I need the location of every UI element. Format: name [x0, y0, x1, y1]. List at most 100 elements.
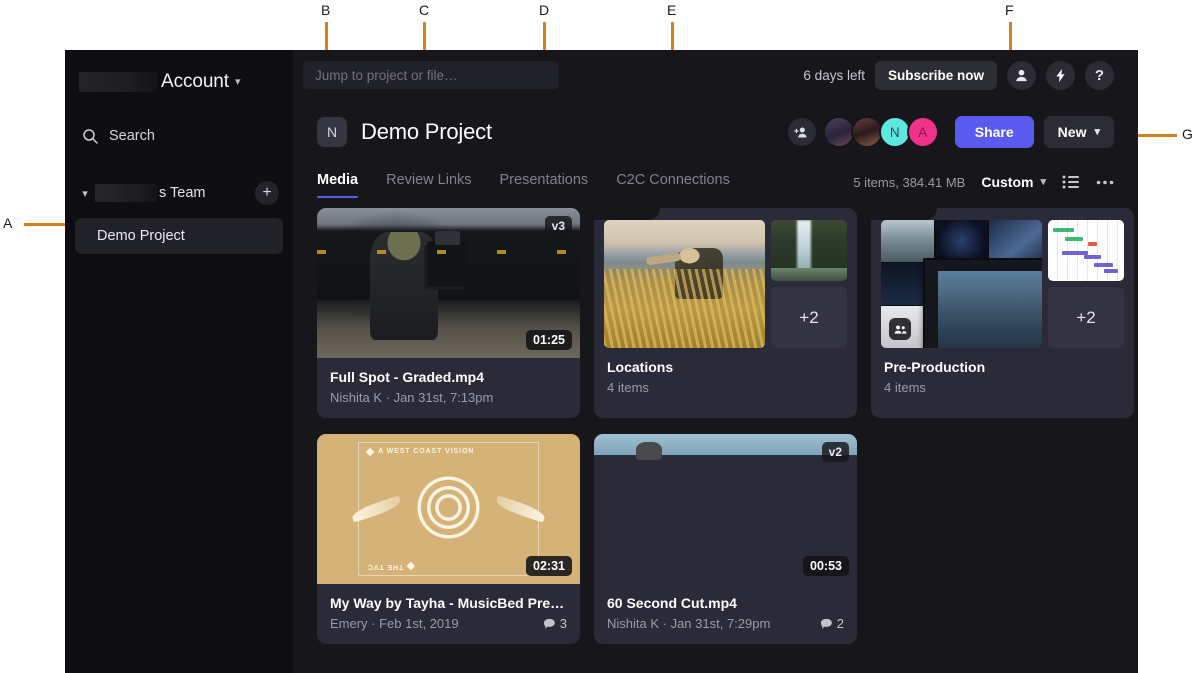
new-button[interactable]: New ▾	[1044, 116, 1114, 148]
tab-media[interactable]: Media	[317, 172, 358, 198]
duration-badge: 00:53	[803, 556, 849, 576]
help-icon[interactable]: ?	[1085, 61, 1114, 90]
folder-thumbnails: +2	[604, 220, 847, 348]
account-label: Account	[161, 71, 229, 93]
duration-badge: 02:31	[526, 556, 572, 576]
tabs: Media Review Links Presentations C2C Con…	[317, 172, 730, 198]
avatar[interactable]	[851, 116, 883, 148]
avatar-initial: A	[918, 125, 927, 140]
subscribe-now-button[interactable]: Subscribe now	[875, 61, 997, 90]
album-art-frame: A WEST COAST VISION THE TVC	[358, 442, 539, 576]
project-header: N Demo Project N A	[293, 100, 1138, 158]
search-label: Search	[109, 128, 155, 144]
sort-value: Custom	[981, 174, 1033, 190]
folder-thumbnails: +2	[881, 220, 1124, 348]
folder-tab-shape	[594, 208, 660, 220]
folder-side-column: +2	[771, 220, 847, 348]
tab-c2c-connections[interactable]: C2C Connections	[616, 172, 730, 198]
version-badge: v2	[822, 442, 849, 462]
card-subtitle: Emery · Feb 1st, 2019	[330, 616, 459, 631]
comment-count: 3	[543, 616, 567, 631]
comment-count-value: 2	[837, 616, 844, 631]
more-options-icon[interactable]	[1096, 180, 1114, 185]
media-grid: v3 01:25 Full Spot - Graded.mp4 Nishita …	[317, 208, 1114, 644]
sidebar-item-label: Demo Project	[97, 228, 185, 244]
sort-dropdown[interactable]: Custom ▾	[981, 174, 1046, 190]
avatar[interactable]	[823, 116, 855, 148]
album-art-top-text: A WEST COAST VISION	[378, 448, 474, 455]
card-subtitle: Nishita K · Jan 31st, 7:13pm	[330, 390, 493, 405]
card-locations[interactable]: +2 Locations 4 items	[594, 208, 857, 418]
avatar[interactable]: A	[907, 116, 939, 148]
card-my-way-tayha[interactable]: A WEST COAST VISION THE TVC 02:31	[317, 434, 580, 644]
folder-overflow-count: +2	[771, 287, 847, 348]
card-subtitle-row: Nishita K · Jan 31st, 7:29pm 2	[607, 616, 844, 631]
card-subtitle-row: Nishita K · Jan 31st, 7:13pm	[330, 390, 567, 405]
card-thumbnail: v2 00:53	[594, 434, 857, 584]
add-project-button[interactable]: +	[255, 181, 279, 205]
card-subtitle-row: Emery · Feb 1st, 2019 3	[330, 616, 567, 631]
share-button[interactable]: Share	[955, 116, 1034, 148]
card-title: Pre-Production	[884, 359, 1121, 375]
account-name-redacted	[79, 72, 157, 92]
annotation-label-g: G	[1182, 126, 1193, 142]
card-pre-production[interactable]: +2 Pre-Production 4 items	[871, 208, 1134, 418]
thumbnail-camera	[427, 241, 466, 286]
collaborator-avatars: N A	[823, 116, 939, 148]
annotation-label-b: B	[321, 2, 330, 18]
duration-badge: 01:25	[526, 330, 572, 350]
card-full-spot-graded[interactable]: v3 01:25 Full Spot - Graded.mp4 Nishita …	[317, 208, 580, 418]
diamond-icon	[407, 562, 415, 570]
album-art-bottom-text: THE TVC	[367, 563, 403, 570]
sidebar: Account ▾ Search ▾ s Team + Demo Project	[65, 50, 293, 673]
top-bar: Jump to project or file… 6 days left Sub…	[293, 50, 1138, 100]
card-title: My Way by Tayha - MusicBed Pre…	[330, 595, 567, 611]
album-art-bottom-text-row: THE TVC	[367, 563, 530, 570]
thumbnail-waterfall	[771, 220, 847, 281]
items-count-label: 5 items, 384.41 MB	[853, 175, 965, 190]
account-switcher[interactable]: Account ▾	[65, 62, 293, 102]
trial-days-left: 6 days left	[803, 68, 865, 83]
version-badge: v3	[545, 216, 572, 236]
card-meta: Full Spot - Graded.mp4 Nishita K · Jan 3…	[317, 358, 580, 418]
folder-side-thumbnail	[771, 220, 847, 281]
app-window: Account ▾ Search ▾ s Team + Demo Project	[65, 50, 1138, 673]
comment-count: 2	[820, 616, 844, 631]
card-meta: Locations 4 items	[604, 348, 847, 408]
team-row[interactable]: ▾ s Team +	[65, 176, 293, 210]
card-meta: My Way by Tayha - MusicBed Pre… Emery · …	[317, 584, 580, 644]
list-view-icon[interactable]	[1062, 175, 1080, 189]
card-60-second-cut[interactable]: v2 00:53 60 Second Cut.mp4 Nishita K · J…	[594, 434, 857, 644]
card-subtitle-row: 4 items	[607, 380, 844, 395]
project-header-actions: N A Share New ▾	[788, 116, 1114, 148]
team-label: s Team	[159, 185, 205, 201]
account-icon[interactable]	[1007, 61, 1036, 90]
card-thumbnail: A WEST COAST VISION THE TVC 02:31	[317, 434, 580, 584]
annotation-label-f: F	[1005, 2, 1014, 18]
chevron-down-icon[interactable]: ▾	[77, 187, 93, 200]
tab-review-links[interactable]: Review Links	[386, 172, 471, 198]
album-art-top-text-row: A WEST COAST VISION	[367, 448, 530, 455]
main-panel: Jump to project or file… 6 days left Sub…	[293, 50, 1138, 673]
avatar[interactable]: N	[879, 116, 911, 148]
project-avatar: N	[317, 117, 347, 147]
card-title: Locations	[607, 359, 844, 375]
comment-icon	[543, 618, 556, 630]
search-icon	[81, 127, 99, 145]
folder-side-column: +2	[1048, 220, 1124, 348]
folder-main-thumbnail	[881, 220, 1042, 348]
folder-tab-shape	[871, 208, 937, 220]
add-collaborator-icon[interactable]	[788, 118, 816, 146]
lightning-icon[interactable]	[1046, 61, 1075, 90]
card-title: 60 Second Cut.mp4	[607, 595, 844, 611]
folder-side-thumbnail	[1048, 220, 1124, 281]
card-subtitle: 4 items	[884, 380, 926, 395]
thumbnail-sea-stack	[636, 442, 662, 460]
tab-presentations[interactable]: Presentations	[500, 172, 589, 198]
card-subtitle: 4 items	[607, 380, 649, 395]
top-bar-actions: 6 days left Subscribe now ?	[803, 61, 1114, 90]
media-grid-area: v3 01:25 Full Spot - Graded.mp4 Nishita …	[293, 198, 1138, 673]
sidebar-item-demo-project[interactable]: Demo Project	[75, 218, 283, 254]
sidebar-search[interactable]: Search	[65, 118, 293, 154]
jump-to-search-input[interactable]: Jump to project or file…	[303, 61, 559, 89]
